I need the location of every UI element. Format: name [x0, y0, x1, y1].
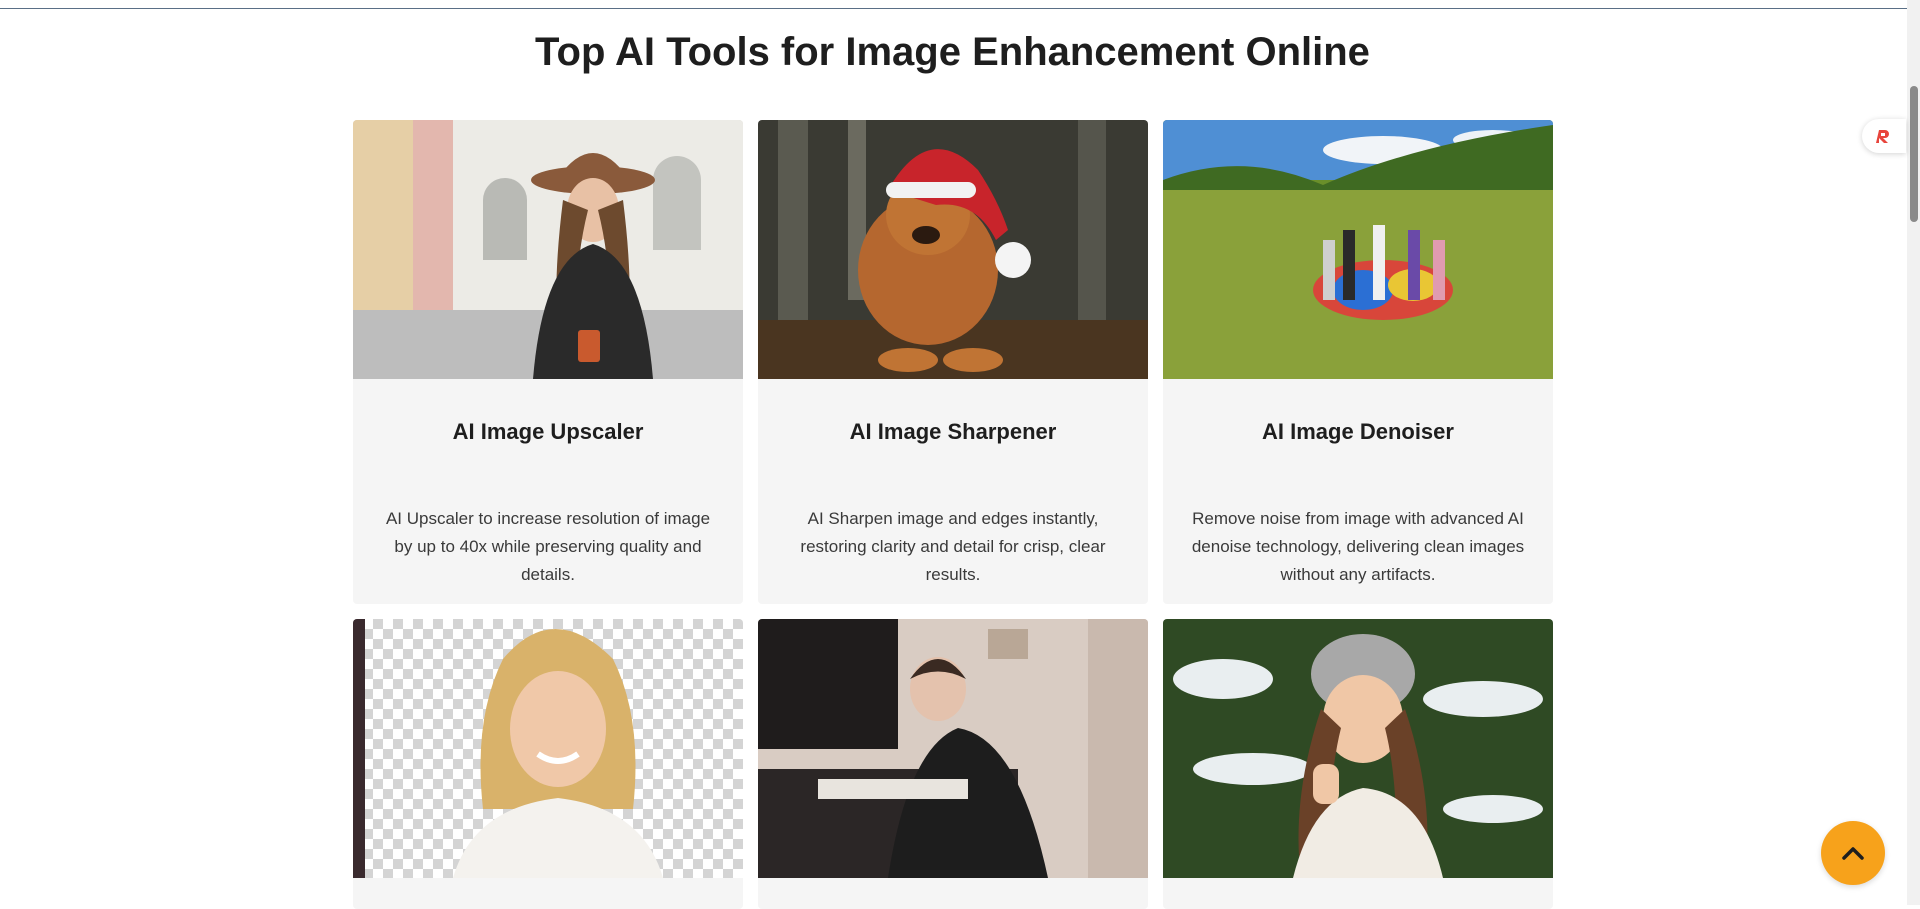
- tool-card-sharpener[interactable]: AI Image Sharpener AI Sharpen image and …: [758, 120, 1148, 604]
- scrollbar-thumb[interactable]: [1910, 86, 1918, 222]
- page-scrollbar[interactable]: [1907, 0, 1920, 905]
- back-to-top-button[interactable]: [1821, 821, 1885, 885]
- card-title: AI Image Upscaler: [452, 419, 644, 444]
- card-title: AI Image Sharpener: [849, 419, 1057, 444]
- extension-widget[interactable]: [1862, 119, 1906, 153]
- tool-card-denoiser[interactable]: AI Image Denoiser Remove noise from imag…: [1163, 120, 1553, 604]
- tool-card-face-enhancer[interactable]: [1163, 619, 1553, 909]
- card-description: AI Sharpen image and edges instantly, re…: [800, 509, 1106, 584]
- girl-winter-thumbs-up-photo: [1163, 619, 1553, 878]
- children-field-photo: [1163, 120, 1553, 379]
- dog-santa-hat-photo: [758, 120, 1148, 379]
- woman-hat-photo: [353, 120, 743, 379]
- header-divider: [0, 0, 1907, 9]
- tools-grid: AI Image Upscaler AI Upscaler to increas…: [353, 120, 1553, 909]
- tool-card-background-remover[interactable]: [353, 619, 743, 909]
- card-title: AI Image Denoiser: [1262, 419, 1454, 444]
- page-title: Top AI Tools for Image Enhancement Onlin…: [535, 30, 1370, 74]
- woman-transparent-background-photo: [353, 619, 743, 878]
- card-description: AI Upscaler to increase resolution of im…: [385, 509, 711, 584]
- boy-desk-colorized-photo: [758, 619, 1148, 878]
- card-description: Remove noise from image with advanced AI…: [1191, 509, 1525, 584]
- r-logo-icon: [1876, 130, 1889, 143]
- chevron-up-icon: [1842, 847, 1864, 860]
- tool-card-colorizer[interactable]: [758, 619, 1148, 909]
- tool-card-upscaler[interactable]: AI Image Upscaler AI Upscaler to increas…: [353, 120, 743, 604]
